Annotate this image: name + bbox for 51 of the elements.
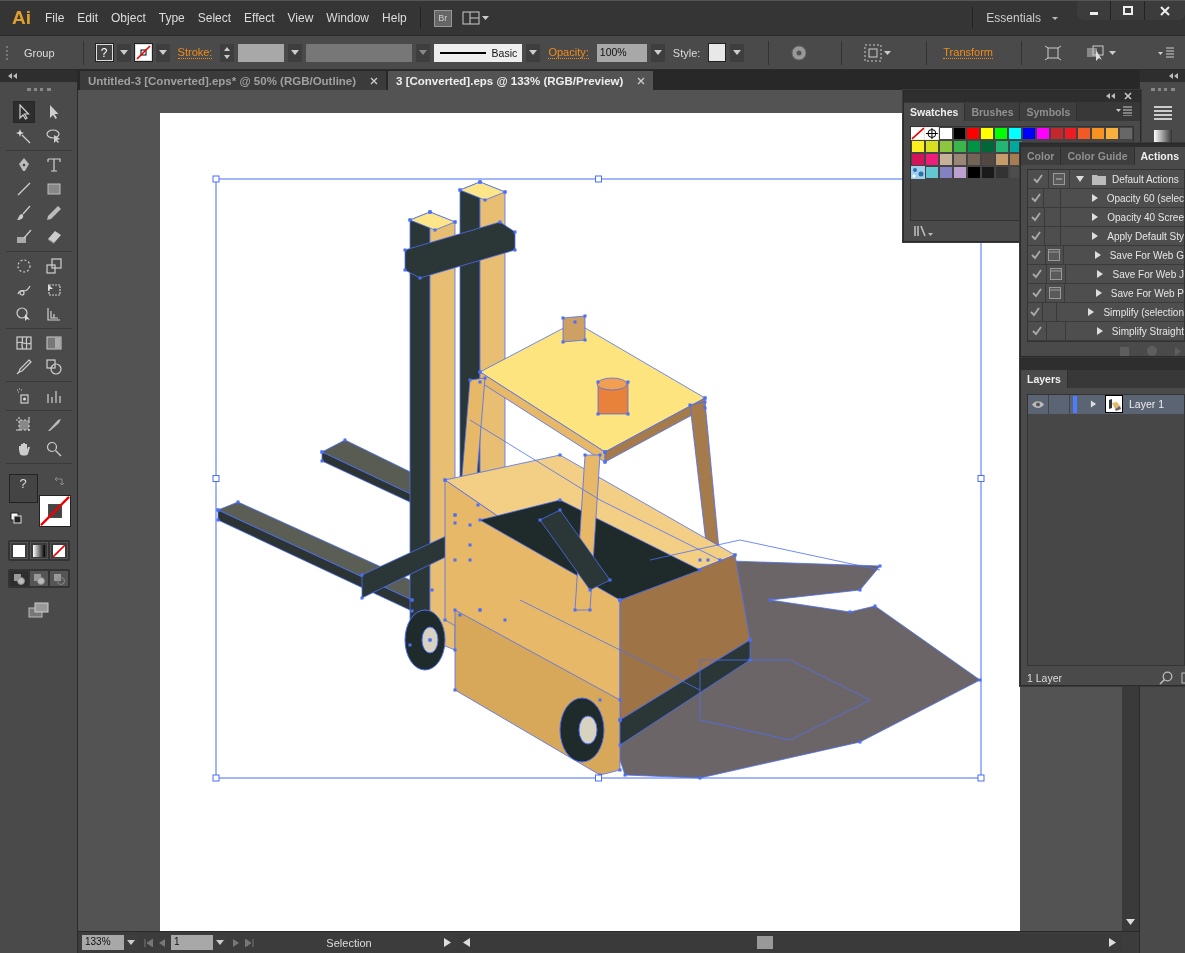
- action-row[interactable]: Default Actions: [1028, 170, 1184, 189]
- menu-item[interactable]: Effect: [244, 11, 275, 25]
- action-row[interactable]: Apply Default Sty: [1028, 227, 1184, 246]
- action-name: Save For Web G: [1109, 249, 1184, 261]
- action-row[interactable]: Save For Web G: [1028, 246, 1184, 265]
- status-text: Selection: [325, 936, 373, 949]
- panel-tab[interactable]: Actions: [1134, 147, 1185, 165]
- app-logo: Ai: [12, 7, 31, 29]
- menu-item[interactable]: Object: [111, 11, 146, 25]
- action-row[interactable]: Simplify Straight: [1028, 322, 1184, 341]
- transform-link[interactable]: Transform: [943, 46, 994, 59]
- layer-row[interactable]: Layer 1: [1028, 394, 1184, 414]
- fill-box[interactable]: ?: [8, 474, 38, 503]
- layer-count: 1 Layer: [1027, 672, 1063, 684]
- action-name: Simplify Straight: [1111, 325, 1184, 337]
- menu-item[interactable]: View: [287, 11, 314, 25]
- style-label: Style:: [672, 46, 701, 59]
- action-name: Save For Web P: [1110, 287, 1184, 299]
- action-row[interactable]: Opacity 60 (selec: [1028, 189, 1184, 208]
- action-row[interactable]: Save For Web J: [1028, 265, 1184, 284]
- selection-type-label: Group: [24, 46, 55, 59]
- document-tab[interactable]: 3 [Converted].eps @ 133% (RGB/Preview): [388, 71, 654, 90]
- menu-item[interactable]: Type: [158, 11, 185, 25]
- action-row[interactable]: Opacity 40 Scree: [1028, 208, 1184, 227]
- panel-tab[interactable]: Swatches: [904, 102, 966, 121]
- action-name: Save For Web J: [1112, 268, 1184, 280]
- action-name: Apply Default Sty: [1107, 230, 1184, 242]
- document-tab[interactable]: Untitled-3 [Converted].eps* @ 50% (RGB/Outline): [80, 71, 387, 90]
- action-name: Default Actions: [1112, 173, 1179, 185]
- menu-item[interactable]: Help: [382, 11, 407, 25]
- opacity-link[interactable]: Opacity:: [548, 46, 589, 59]
- menu-item[interactable]: Window: [326, 11, 370, 25]
- menu-item[interactable]: Select: [197, 11, 232, 25]
- menu-item[interactable]: Edit: [77, 11, 99, 25]
- fill-swatch[interactable]: ?: [95, 44, 113, 61]
- stroke-link[interactable]: Stroke:: [177, 46, 213, 59]
- action-row[interactable]: Save For Web P: [1028, 284, 1184, 303]
- layer-name: Layer 1: [1129, 398, 1165, 411]
- action-name: Simplify (selection: [1103, 306, 1184, 318]
- brush-definition-field[interactable]: Basic: [434, 43, 523, 62]
- zoom-field[interactable]: 133%: [82, 935, 124, 950]
- action-name: Opacity 60 (selec: [1106, 192, 1184, 204]
- workspace-switcher[interactable]: Essentials: [986, 11, 1059, 25]
- document-title: Untitled-3 [Converted].eps* @ 50% (RGB/Outline): [88, 74, 357, 87]
- action-row[interactable]: Simplify (selection: [1028, 303, 1184, 322]
- action-name: Opacity 40 Scree: [1107, 211, 1184, 223]
- artboard-number-field[interactable]: 1: [171, 935, 213, 950]
- bridge-button[interactable]: Br: [433, 9, 452, 27]
- opacity-field[interactable]: 100%: [596, 43, 647, 62]
- document-title: 3 [Converted].eps @ 133% (RGB/Preview): [396, 74, 624, 87]
- menu-item[interactable]: File: [45, 11, 65, 25]
